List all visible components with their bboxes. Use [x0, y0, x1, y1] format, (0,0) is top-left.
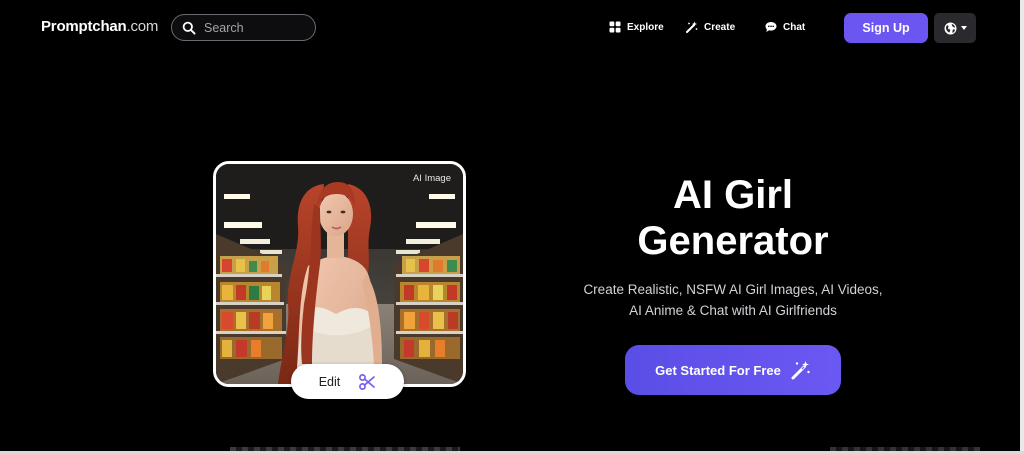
nav-explore-label: Explore — [627, 21, 664, 33]
search-icon — [182, 21, 196, 35]
nav-explore[interactable]: Explore — [609, 21, 664, 33]
brand-logo[interactable]: Promptchan.com — [41, 18, 158, 35]
edit-button-label: Edit — [318, 374, 341, 389]
hero-subtitle: Create Realistic, NSFW AI Girl Images, A… — [583, 282, 883, 318]
get-started-label: Get Started For Free — [655, 362, 781, 378]
scissors-icon — [358, 373, 376, 391]
nav-create-label: Create — [704, 21, 736, 33]
hero-image — [216, 164, 463, 384]
window-frame-right — [1020, 0, 1024, 454]
top-navbar: Promptchan.com Explore Create Chat Sign … — [0, 0, 1020, 58]
grid-icon — [609, 21, 621, 33]
magic-wand-icon — [686, 21, 698, 33]
search-box[interactable] — [171, 14, 316, 41]
brand-name: Promptchan — [41, 18, 127, 35]
sign-up-button[interactable]: Sign Up — [844, 13, 928, 43]
hero-title: AI Girl Generator — [637, 173, 829, 263]
nav-chat-label: Chat — [783, 21, 806, 33]
nav-chat[interactable]: Chat — [765, 21, 805, 33]
hero-image-card: AI Image — [213, 161, 466, 387]
language-selector[interactable] — [934, 13, 976, 43]
get-started-button[interactable]: Get Started For Free — [625, 345, 841, 395]
nav-create[interactable]: Create — [686, 21, 735, 33]
chevron-down-icon — [960, 26, 967, 30]
brand-domain: .com — [126, 18, 159, 35]
magic-wand-icon — [791, 360, 811, 380]
edit-button[interactable]: Edit — [291, 364, 404, 399]
chat-bubble-icon — [765, 21, 777, 33]
globe-icon — [944, 22, 957, 35]
ai-image-badge: AI Image — [412, 173, 451, 184]
search-input[interactable] — [204, 20, 304, 35]
